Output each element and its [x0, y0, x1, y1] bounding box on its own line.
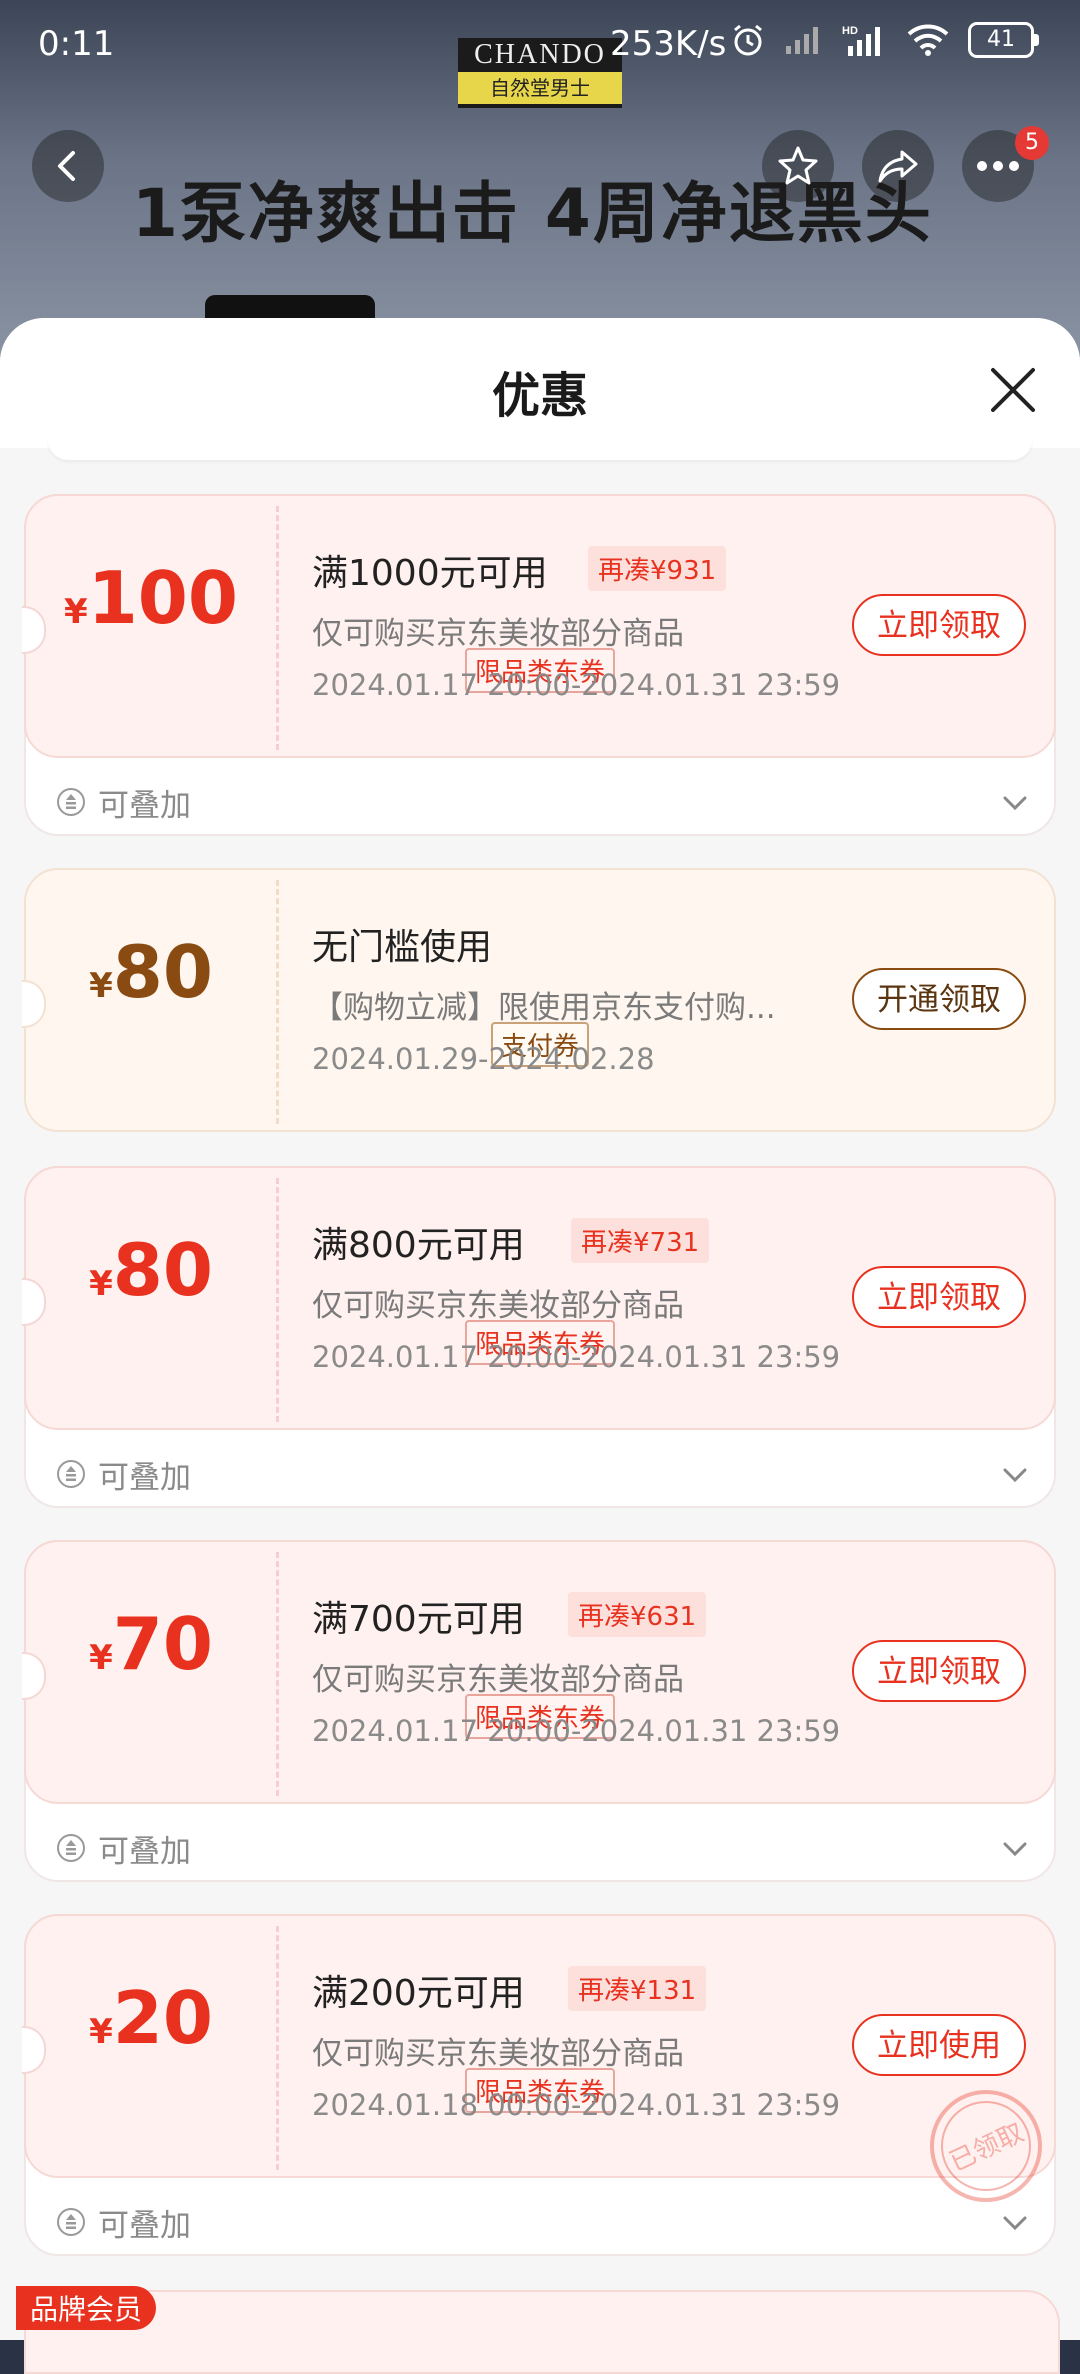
currency-symbol: ¥	[64, 592, 88, 632]
status-icons: HD 41	[730, 22, 1039, 58]
coupon-body: ¥80 限品类东券 满800元可用 再凑¥731 仅可购买京东美妆部分商品 20…	[22, 1166, 1056, 1430]
coupon-body: ¥80 支付券 无门槛使用 【购物立减】限使用京东支付购... 2024.01.…	[22, 868, 1056, 1132]
coupon-condition: 满700元可用	[312, 1599, 525, 1640]
coupon-amount: ¥100	[26, 556, 276, 640]
coupon-amount: ¥20	[26, 1976, 276, 2060]
coupon-diff-tag: 再凑¥731	[571, 1218, 710, 1263]
coupon-condition: 满1000元可用	[312, 553, 548, 594]
notification-badge: 5	[1015, 126, 1049, 160]
coupon-description: 仅可购买京东美妆部分商品	[312, 616, 684, 652]
back-arrow-icon	[58, 151, 75, 181]
coupon-card: ¥70 限品类东券 满700元可用 再凑¥631 仅可购买京东美妆部分商品 20…	[22, 1540, 1056, 1882]
currency-symbol: ¥	[89, 1638, 113, 1678]
open-and-claim-button[interactable]: 开通领取	[852, 968, 1026, 1030]
coupon-amount: ¥70	[26, 1602, 276, 1686]
brand-member-tag: 品牌会员	[16, 2286, 157, 2330]
amount-value: 80	[112, 1228, 213, 1312]
stackable-label: 可叠加	[98, 787, 191, 824]
stack-icon	[57, 2208, 85, 2236]
claim-button[interactable]: 立即领取	[852, 594, 1026, 656]
stackable-label: 可叠加	[98, 1459, 191, 1496]
amount-value: 20	[112, 1976, 213, 2060]
currency-symbol: ¥	[89, 2012, 113, 2052]
chevron-down-icon[interactable]	[1000, 2208, 1030, 2238]
amount-value: 70	[112, 1602, 213, 1686]
coupon-description: 仅可购买京东美妆部分商品	[312, 2036, 684, 2072]
coupon-diff-tag: 再凑¥931	[588, 546, 727, 591]
chevron-down-icon[interactable]	[1000, 788, 1030, 818]
stackable-row[interactable]: 可叠加	[56, 2200, 191, 2244]
coupon-validity: 2024.01.17 20:00-2024.01.31 23:59	[312, 1714, 841, 1748]
close-icon[interactable]	[985, 362, 1041, 418]
stackable-row[interactable]: 可叠加	[56, 1452, 191, 1496]
coupon-description: 仅可购买京东美妆部分商品	[312, 1288, 684, 1324]
coupon-validity: 2024.01.18 00:00-2024.01.31 23:59	[312, 2088, 841, 2122]
coupon-diff-tag: 再凑¥631	[568, 1592, 707, 1637]
sheet-header: 优惠	[0, 318, 1080, 448]
coupon-body: ¥70 限品类东券 满700元可用 再凑¥631 仅可购买京东美妆部分商品 20…	[22, 1540, 1056, 1804]
coupon-card: ¥80 支付券 无门槛使用 【购物立减】限使用京东支付购... 2024.01.…	[22, 868, 1056, 1132]
coupon-divider	[276, 506, 279, 750]
coupon-card: ¥100 限品类东券 满1000元可用 再凑¥931 仅可购买京东美妆部分商品 …	[22, 494, 1056, 836]
alarm-icon	[734, 24, 762, 56]
stackable-label: 可叠加	[98, 2207, 191, 2244]
currency-symbol: ¥	[89, 966, 113, 1006]
battery-icon: 41	[968, 22, 1039, 58]
currency-symbol: ¥	[89, 1264, 113, 1304]
coupon-card: ¥80 限品类东券 满800元可用 再凑¥731 仅可购买京东美妆部分商品 20…	[22, 1166, 1056, 1508]
stackable-row[interactable]: 可叠加	[56, 780, 191, 824]
amount-value: 80	[112, 930, 213, 1014]
coupon-amount: ¥80	[26, 930, 276, 1014]
coupon-condition: 满800元可用	[312, 1225, 525, 1266]
back-button[interactable]	[32, 130, 104, 202]
coupon-amount: ¥80	[26, 1228, 276, 1312]
status-time: 0:11	[38, 24, 115, 64]
chevron-down-icon[interactable]	[1000, 1460, 1030, 1490]
favorite-button[interactable]	[762, 130, 834, 202]
claimed-stamp-text: 已领取	[945, 2118, 1028, 2178]
coupon-validity: 2024.01.17 20:00-2024.01.31 23:59	[312, 1340, 841, 1374]
coupon-body: ¥100 限品类东券 满1000元可用 再凑¥931 仅可购买京东美妆部分商品 …	[22, 494, 1056, 758]
claim-button[interactable]: 立即领取	[852, 1266, 1026, 1328]
network-speed: 253K/s	[610, 24, 727, 64]
coupon-diff-tag: 再凑¥131	[568, 1966, 707, 2011]
coupon-validity: 2024.01.17 20:00-2024.01.31 23:59	[312, 668, 841, 702]
coupon-description: 【购物立减】限使用京东支付购...	[312, 990, 776, 1026]
coupon-condition: 满200元可用	[312, 1973, 525, 2014]
claim-button[interactable]: 立即领取	[852, 1640, 1026, 1702]
coupon-description: 仅可购买京东美妆部分商品	[312, 1662, 684, 1698]
battery-level: 41	[968, 22, 1034, 58]
stack-icon	[57, 1834, 85, 1862]
coupon-sheet: 优惠 ¥100 限品类东券 满1000元可用 再凑¥931 仅可购买京东美妆部分…	[0, 318, 1080, 2340]
use-now-button[interactable]: 立即使用	[852, 2014, 1026, 2076]
signal-icon	[786, 27, 818, 54]
coupon-validity: 2024.01.29-2024.02.28	[312, 1042, 655, 1076]
amount-value: 100	[87, 556, 238, 640]
stackable-label: 可叠加	[98, 1833, 191, 1870]
svg-text:HD: HD	[842, 25, 858, 37]
stack-icon	[57, 788, 85, 816]
next-coupon-card	[24, 2290, 1060, 2374]
chevron-down-icon[interactable]	[1000, 1834, 1030, 1864]
wifi-icon	[907, 24, 949, 56]
signal-hd-icon: HD	[842, 25, 880, 56]
coupon-divider	[276, 1178, 279, 1422]
share-button[interactable]	[862, 130, 934, 202]
coupon-body: ¥20 限品类东券 满200元可用 再凑¥131 仅可购买京东美妆部分商品 20…	[22, 1914, 1056, 2202]
sheet-title: 优惠	[491, 368, 588, 424]
status-bar: 0:11 253K/s HD 41	[0, 0, 1080, 90]
coupon-card: ¥20 限品类东券 满200元可用 再凑¥131 仅可购买京东美妆部分商品 20…	[22, 1914, 1056, 2256]
coupon-divider	[276, 880, 279, 1124]
coupon-divider	[276, 1552, 279, 1796]
more-icon	[977, 161, 1019, 171]
star-icon	[778, 146, 818, 185]
stackable-row[interactable]: 可叠加	[56, 1826, 191, 1870]
stack-icon	[57, 1460, 85, 1488]
claimed-stamp: 已领取	[930, 2090, 1042, 2202]
coupon-condition: 无门槛使用	[312, 927, 493, 968]
coupon-divider	[276, 1926, 279, 2170]
share-icon	[878, 150, 918, 183]
previous-coupon-stub	[48, 438, 1032, 460]
